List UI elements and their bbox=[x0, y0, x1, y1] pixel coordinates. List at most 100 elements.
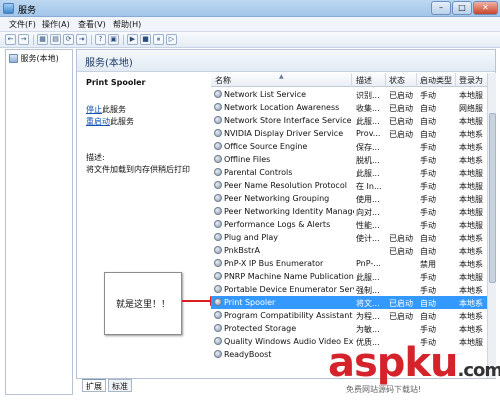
table-row[interactable]: Peer Name Resolution Protocol 在 In... 手动 本地… bbox=[211, 179, 496, 192]
table-row[interactable]: Peer Networking Identity Manager 向对... 手动本… bbox=[211, 205, 496, 218]
table-row[interactable]: Print Spooler 将文... 已启动 自动 本地系 bbox=[211, 296, 496, 309]
table-row[interactable]: Offline Files 脱机... 手动 本地系 bbox=[211, 153, 496, 166]
table-row[interactable]: Protected Storage 为敏... 手动 本地系 bbox=[211, 322, 496, 335]
service-gear-icon bbox=[214, 207, 222, 215]
menu-view[interactable]: 查看(V) bbox=[78, 19, 106, 30]
service-name-cell: Offline Files bbox=[224, 155, 271, 164]
content-header: 服务(本地) bbox=[77, 50, 495, 72]
table-row[interactable]: Network Location Awareness 收集... 已启动 自动 网络服 bbox=[211, 101, 496, 114]
table-row[interactable]: Portable Device Enumerator Service强制... 手… bbox=[211, 283, 496, 296]
service-startup-type-cell: 自动 bbox=[420, 247, 436, 256]
restart-service-action: 重启动此服务 bbox=[86, 116, 134, 127]
menu-bar: 文件(F) 操作(A) 查看(V) 帮助(H) bbox=[0, 17, 500, 32]
restart-service-button[interactable]: ▷ bbox=[166, 34, 177, 45]
column-separator[interactable] bbox=[416, 73, 417, 87]
close-button[interactable]: ✕ bbox=[473, 1, 498, 15]
column-separator[interactable] bbox=[385, 73, 386, 87]
column-name[interactable]: 名称 bbox=[215, 75, 231, 86]
refresh-button[interactable]: ⟳ bbox=[63, 34, 74, 45]
service-startup-type-cell: 手动 bbox=[420, 169, 436, 178]
back-button[interactable]: ← bbox=[5, 34, 16, 45]
service-description-cell: 此服... bbox=[356, 169, 380, 178]
service-gear-icon bbox=[214, 142, 222, 150]
service-name-cell: Network List Service bbox=[224, 90, 307, 99]
table-row[interactable]: PNRP Machine Name Publication ... 此服... 手动… bbox=[211, 270, 496, 283]
tree-item-services-local[interactable]: 服务(本地) bbox=[9, 53, 59, 64]
service-gear-icon bbox=[214, 285, 222, 293]
help-button[interactable]: ? bbox=[95, 34, 106, 45]
column-separator[interactable] bbox=[455, 73, 456, 87]
service-description-cell: 在 In... bbox=[356, 182, 382, 191]
table-row[interactable]: PnkBstrA 已启动 自动 本地系 bbox=[211, 244, 496, 257]
service-description-cell: 脱机... bbox=[356, 156, 380, 165]
column-description[interactable]: 描述 bbox=[356, 75, 372, 86]
show-hide-tree-button[interactable]: ▦ bbox=[37, 34, 48, 45]
service-gear-icon bbox=[214, 90, 222, 98]
pause-service-button[interactable]: ⏸ bbox=[153, 34, 164, 45]
service-startup-type-cell: 禁用 bbox=[420, 260, 436, 269]
export-list-button[interactable]: ⇥ bbox=[76, 34, 87, 45]
service-status-cell: 已启动 bbox=[389, 91, 413, 100]
service-name-cell: Parental Controls bbox=[224, 168, 293, 177]
services-icon bbox=[9, 54, 18, 63]
service-startup-type-cell: 手动 bbox=[420, 286, 436, 295]
restart-service-link[interactable]: 重启动 bbox=[86, 117, 110, 126]
table-row[interactable]: Program Compatibility Assistant S... 为程..… bbox=[211, 309, 496, 322]
column-separator[interactable] bbox=[351, 73, 352, 87]
console-view-button[interactable]: ▣ bbox=[108, 34, 119, 45]
service-gear-icon bbox=[214, 233, 222, 241]
table-row[interactable]: Peer Networking Grouping 使用... 手动 本地服 bbox=[211, 192, 496, 205]
service-startup-type-cell: 自动 bbox=[420, 299, 436, 308]
service-description-cell: 此服... bbox=[356, 117, 380, 126]
table-row[interactable]: NVIDIA Display Driver Service Prov... 已启动自… bbox=[211, 127, 496, 140]
maximize-button[interactable]: □ bbox=[452, 1, 472, 15]
list-header: ▲ 名称 描述 状态 启动类型 登录为 bbox=[211, 73, 496, 87]
forward-button[interactable]: → bbox=[18, 34, 29, 45]
service-description-cell: 使计... bbox=[356, 234, 380, 243]
start-service-button[interactable]: ▶ bbox=[127, 34, 138, 45]
service-description-cell: 将文... bbox=[356, 299, 380, 308]
service-description: 将文件加载到内存供稍后打印 bbox=[86, 165, 190, 174]
scrollbar-thumb[interactable] bbox=[489, 113, 496, 283]
menu-action[interactable]: 操作(A) bbox=[42, 19, 70, 30]
service-gear-icon bbox=[214, 129, 222, 137]
service-startup-type-cell: 自动 bbox=[420, 104, 436, 113]
services-list: ▲ 名称 描述 状态 启动类型 登录为 Network List Service… bbox=[211, 73, 496, 378]
service-name-cell: Performance Logs & Alerts bbox=[224, 220, 331, 229]
column-startup-type[interactable]: 启动类型 bbox=[420, 75, 452, 86]
table-row[interactable]: Office Source Engine 保存... 手动 本地系 bbox=[211, 140, 496, 153]
table-row[interactable]: PnP-X IP Bus Enumerator PnP-... 禁用 本地系 bbox=[211, 257, 496, 270]
menu-file[interactable]: 文件(F) bbox=[9, 19, 36, 30]
table-row[interactable]: Network List Service 识别... 已启动 手动 本地服 bbox=[211, 88, 496, 101]
table-row[interactable]: Network Store Interface Service 此服... 已启动自… bbox=[211, 114, 496, 127]
watermark-brand: aspku.com bbox=[328, 340, 500, 386]
service-startup-type-cell: 手动 bbox=[420, 325, 436, 334]
watermark-slogan: 免费网站源码下载站! bbox=[346, 385, 422, 394]
minimize-button[interactable]: – bbox=[431, 1, 451, 15]
vertical-scrollbar[interactable] bbox=[487, 73, 496, 378]
table-row[interactable]: Performance Logs & Alerts 性能... 手动 本地服 bbox=[211, 218, 496, 231]
column-log-on-as[interactable]: 登录为 bbox=[459, 75, 483, 86]
console-tree: 服务(本地) bbox=[5, 49, 73, 395]
service-gear-icon bbox=[214, 298, 222, 306]
service-gear-icon bbox=[214, 337, 222, 345]
service-description-cell: 为程... bbox=[356, 312, 380, 321]
menu-help[interactable]: 帮助(H) bbox=[113, 19, 141, 30]
service-name-cell: PnkBstrA bbox=[224, 246, 260, 255]
column-status[interactable]: 状态 bbox=[389, 75, 405, 86]
content-header-title: 服务(本地) bbox=[85, 58, 133, 69]
table-row[interactable]: Parental Controls 此服... 手动 本地服 bbox=[211, 166, 496, 179]
table-row[interactable]: Plug and Play 使计... 已启动 自动 本地系 bbox=[211, 231, 496, 244]
service-name-cell: Peer Networking Identity Manager bbox=[224, 207, 354, 216]
stop-service-action: 停止此服务 bbox=[86, 104, 126, 115]
stop-service-suffix: 此服务 bbox=[102, 105, 126, 114]
service-gear-icon bbox=[214, 181, 222, 189]
service-gear-icon bbox=[214, 103, 222, 111]
service-gear-icon bbox=[214, 194, 222, 202]
properties-button[interactable]: ▤ bbox=[50, 34, 61, 45]
tab-extended[interactable]: 扩展 bbox=[82, 379, 106, 392]
stop-service-button[interactable]: ■ bbox=[140, 34, 151, 45]
stop-service-link[interactable]: 停止 bbox=[86, 105, 102, 114]
tab-standard[interactable]: 标准 bbox=[108, 379, 132, 392]
service-gear-icon bbox=[214, 246, 222, 254]
